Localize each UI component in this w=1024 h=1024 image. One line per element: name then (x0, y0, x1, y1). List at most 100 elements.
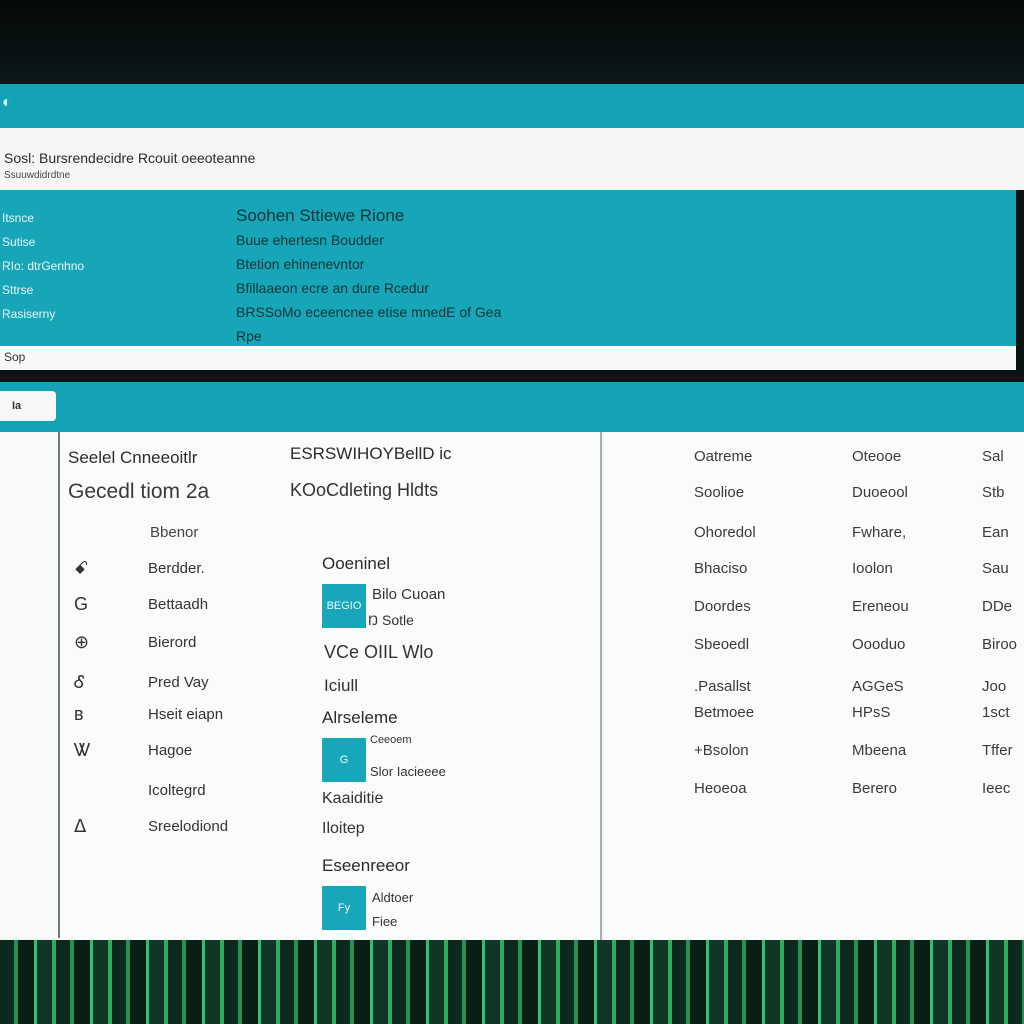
left-rail (0, 432, 60, 938)
title-bar: ◐ (0, 84, 1024, 128)
list-item-label: Hseit eiapn (148, 706, 224, 723)
table-cell[interactable]: Mbeena (852, 742, 906, 759)
panel-a-title: Seelel Cnneeoitlr (68, 448, 198, 467)
list-item[interactable]: ꗃ Berdder. (74, 558, 290, 584)
panel-b-subtitle: KOoCdleting Hldts (290, 480, 439, 500)
background-bottom (0, 940, 1024, 1024)
table-cell[interactable]: +Bsolon (694, 742, 749, 759)
table-cell[interactable]: Duoeool (852, 484, 908, 501)
list-item-label: Sreelodiond (148, 818, 229, 835)
table-cell[interactable]: .Pasallst (694, 678, 751, 695)
info-left: Itsnce Sutise RIo: dtrGenhno Sttrse Rasi… (2, 208, 202, 328)
table-cell[interactable]: Betmoee (694, 704, 754, 721)
section-title: Alrseleme (322, 708, 398, 727)
table-cell[interactable]: DDe (982, 598, 1012, 615)
panel-c (604, 432, 1024, 940)
list-item-label: Hagoe (148, 742, 193, 759)
section-title: Eseenreeor (322, 856, 410, 875)
table-cell[interactable]: Heoeoa (694, 780, 747, 797)
table-cell[interactable]: Biroo (982, 636, 1017, 653)
table-cell[interactable]: Berero (852, 780, 897, 797)
list-item[interactable]: Ꮤ Hagoe (74, 740, 290, 766)
list-item-label: Bettaadh (148, 596, 209, 613)
app-icon[interactable]: ◐ (2, 94, 12, 112)
header-subtitle: Ssuuwdidrdtne (4, 170, 71, 181)
section-line: Slor Iacieeee (370, 764, 446, 779)
list-item-label: Icoltegrd (148, 782, 206, 799)
section-line: Aldtoer (372, 890, 414, 905)
info-right-line: Btetion ehinenevntor (236, 256, 365, 272)
table-cell[interactable]: AGGeS (852, 678, 904, 695)
panel-a-column-head: Bbenor (150, 524, 199, 541)
globe-icon: ⊕ (74, 632, 90, 652)
person-icon: ꗃ (74, 558, 89, 578)
info-left-item: RIo: dtrGenhno (2, 259, 85, 273)
info-right-line: Rpe (236, 328, 262, 344)
thumbnail[interactable]: G (322, 738, 366, 782)
list-item-label: Berdder. (148, 560, 205, 577)
thumbnail[interactable]: BEGIO (322, 584, 366, 628)
toolbar: Ia (0, 382, 1024, 432)
section-line: Fiee (372, 914, 398, 929)
info-left-item: Sutise (2, 235, 36, 249)
table-cell[interactable]: Ieec (982, 780, 1010, 797)
info-right: Soohen Sttiewe Rione Buue ehertesn Boudd… (236, 204, 656, 348)
table-cell[interactable]: Sal (982, 448, 1004, 465)
section-line: Ceeoem (370, 734, 412, 746)
info-right-line: Soohen Sttiewe Rione (236, 206, 405, 225)
header-band: Sosl: Bursrendecidre Rcouit oeeoteanne S… (0, 128, 1024, 190)
thumbnail[interactable]: Fy (322, 886, 366, 930)
user-icon: Ꮄ (74, 672, 86, 692)
panel-a-subtitle: Gecedl tiom 2a (68, 480, 210, 503)
table-cell[interactable]: Ioolon (852, 560, 893, 577)
section-line: Bilo Cuoan (372, 586, 446, 603)
table-cell[interactable]: Oooduo (852, 636, 905, 653)
section-line: Iciull (324, 676, 359, 695)
table-cell[interactable]: Ean (982, 524, 1009, 541)
section-line: Iloitep (322, 820, 365, 837)
table-cell[interactable]: Doordes (694, 598, 751, 615)
header-title: Sosl: Bursrendecidre Rcouit oeeoteanne (4, 150, 256, 166)
info-right-line: BRSSoMo eceencnee etise mnedE of Gea (236, 304, 502, 320)
address-bar[interactable]: Sop (0, 346, 1016, 370)
panel-b-title: ESRSWIHOYBellD ic (290, 444, 452, 463)
table-cell[interactable]: Sbeoedl (694, 636, 749, 653)
table-cell[interactable]: Soolioe (694, 484, 744, 501)
pin-icon: ᐃ (74, 816, 87, 836)
list-item-label: Pred Vay (148, 674, 209, 691)
table-cell[interactable]: HPsS (852, 704, 890, 721)
table-cell[interactable]: Bhaciso (694, 560, 747, 577)
list-item[interactable]: ʙ Hseit eiapn (74, 704, 290, 730)
small-dot-icon: ʙ (74, 704, 84, 724)
list-item[interactable]: Icoltegrd (74, 780, 290, 806)
table-cell[interactable]: Oatreme (694, 448, 752, 465)
info-left-item: Sttrse (2, 283, 34, 297)
table-cell[interactable]: Fwhare, (852, 524, 906, 541)
toolbar-tab[interactable]: Ia (0, 391, 56, 421)
list-item-label: Bierord (148, 634, 197, 651)
info-right-line: Buue ehertesn Boudder (236, 232, 384, 248)
table-cell[interactable]: Sau (982, 560, 1009, 577)
info-left-item: Rasiserny (2, 307, 56, 321)
table-cell[interactable]: Oteooe (852, 448, 901, 465)
info-right-line: Bfillaaeon ecre an dure Rcedur (236, 280, 430, 296)
table-cell[interactable]: Tffer (982, 742, 1013, 759)
list-item[interactable]: ⊕ Bierord (74, 632, 290, 658)
section-line: Kaaiditie (322, 790, 384, 807)
background-top (0, 0, 1024, 84)
table-cell[interactable]: Ohoredol (694, 524, 756, 541)
table-cell[interactable]: Stb (982, 484, 1005, 501)
badge-icon: Ꮤ (74, 740, 92, 760)
section-line: VCe OIIL Wlo (324, 642, 434, 662)
table-cell[interactable]: Joo (982, 678, 1006, 695)
table-cell[interactable]: Ereneou (852, 598, 909, 615)
list-item[interactable]: Ꮄ Pred Vay (74, 672, 290, 698)
table-cell[interactable]: 1sct (982, 704, 1010, 721)
section-title: Ooeninel (322, 554, 391, 573)
list-item[interactable]: G Bettaadh (74, 594, 290, 620)
list-item[interactable]: ᐃ Sreelodiond (74, 816, 290, 842)
g-letter-icon: G (74, 594, 89, 614)
address-text: Sop (4, 350, 26, 364)
info-left-item: Itsnce (2, 211, 35, 225)
section-line: Ŋ Sotle (368, 612, 414, 628)
